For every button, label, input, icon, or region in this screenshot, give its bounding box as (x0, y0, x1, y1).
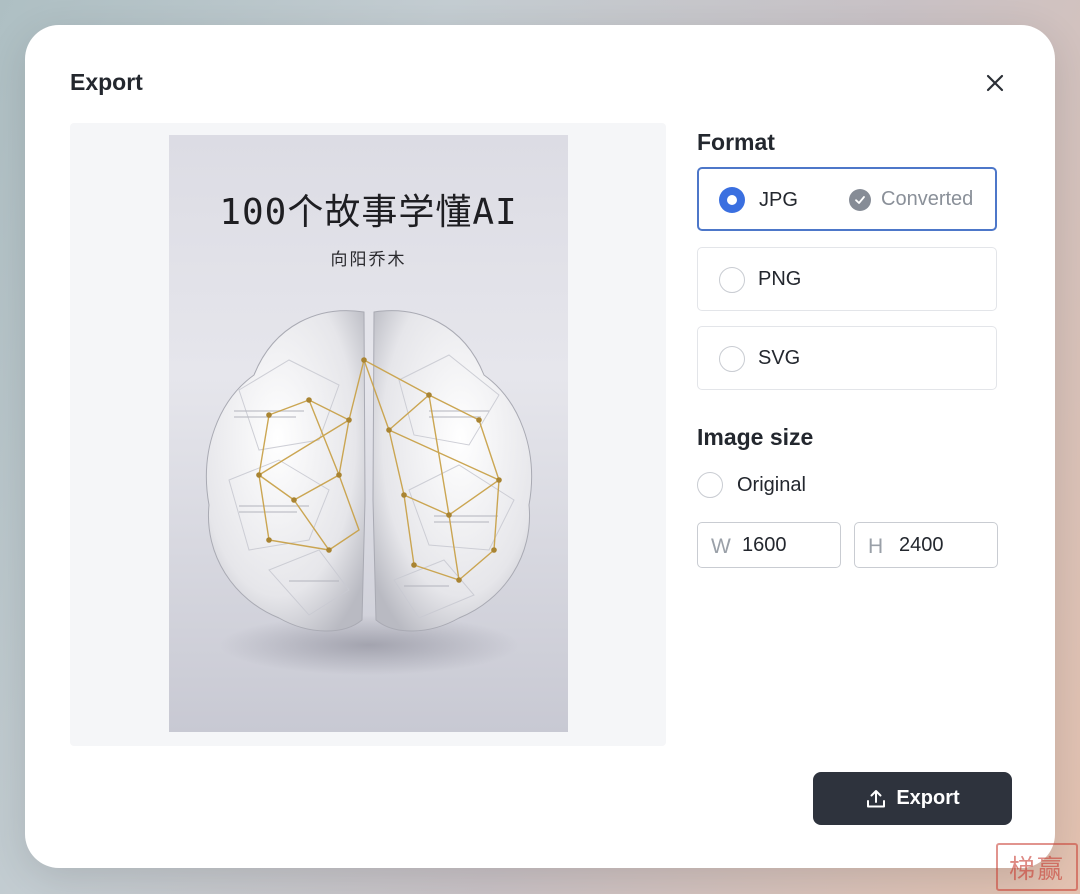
height-value: 2400 (899, 534, 944, 556)
export-button[interactable]: Export (813, 772, 1012, 825)
export-dialog: Export 100个故事学懂AI 向阳乔木 Format JPG Conver… (25, 25, 1055, 868)
book-title: 100个故事学懂AI (219, 192, 518, 233)
format-option-svg[interactable]: SVG (697, 326, 997, 390)
original-label[interactable]: Original (737, 474, 806, 497)
radio-png[interactable] (719, 267, 745, 293)
converted-badge: Converted (849, 188, 973, 211)
close-icon (986, 74, 1004, 92)
format-option-png[interactable]: PNG (697, 247, 997, 311)
radio-jpg[interactable] (719, 187, 745, 213)
dialog-title: Export (70, 69, 143, 95)
width-input[interactable]: W 1600 (697, 522, 841, 568)
format-label: Format (697, 129, 775, 155)
preview-panel: 100个故事学懂AI 向阳乔木 (70, 123, 666, 746)
check-circle-icon (849, 188, 871, 211)
upload-icon (867, 789, 886, 807)
height-input[interactable]: H 2400 (854, 522, 998, 568)
width-prefix: W (711, 535, 731, 558)
format-option-label: JPG (759, 189, 798, 211)
radio-original[interactable] (697, 472, 723, 498)
brain-illustration (205, 310, 533, 675)
book-cover-image: 100个故事学懂AI 向阳乔木 (169, 135, 568, 732)
format-option-jpg[interactable]: JPG Converted (697, 167, 997, 231)
height-prefix: H (868, 535, 884, 558)
radio-svg[interactable] (719, 346, 745, 372)
format-option-label: PNG (758, 268, 802, 290)
close-button[interactable] (980, 68, 1010, 98)
converted-label: Converted (881, 188, 974, 210)
export-button-label: Export (896, 787, 960, 809)
book-author: 向阳乔木 (330, 250, 407, 270)
format-option-label: SVG (758, 347, 801, 369)
image-size-label: Image size (697, 424, 814, 450)
width-value: 1600 (742, 534, 787, 556)
watermark-stamp: 梯赢 (996, 843, 1078, 891)
